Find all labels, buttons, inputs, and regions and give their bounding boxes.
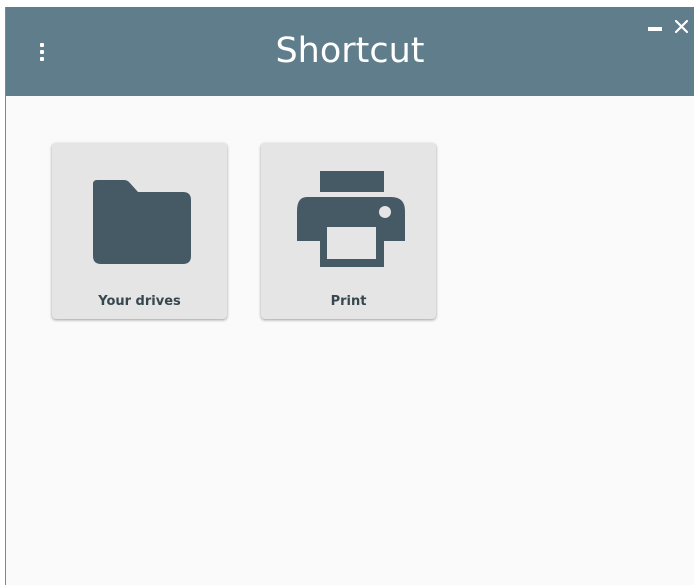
your-drives-tile[interactable]: Your drives [52, 143, 227, 319]
close-icon-graphic [674, 19, 689, 34]
printer-icon [261, 171, 436, 273]
header-bar: Shortcut [6, 7, 694, 96]
window-title: Shortcut [275, 31, 425, 71]
shortcut-window: Shortcut Your drives Print [5, 7, 694, 585]
minimize-icon[interactable] [646, 21, 664, 35]
folder-icon [52, 171, 227, 273]
your-drives-label: Your drives [98, 294, 181, 309]
close-icon[interactable] [671, 15, 693, 37]
print-label: Print [330, 294, 367, 309]
print-tile[interactable]: Print [261, 143, 436, 319]
